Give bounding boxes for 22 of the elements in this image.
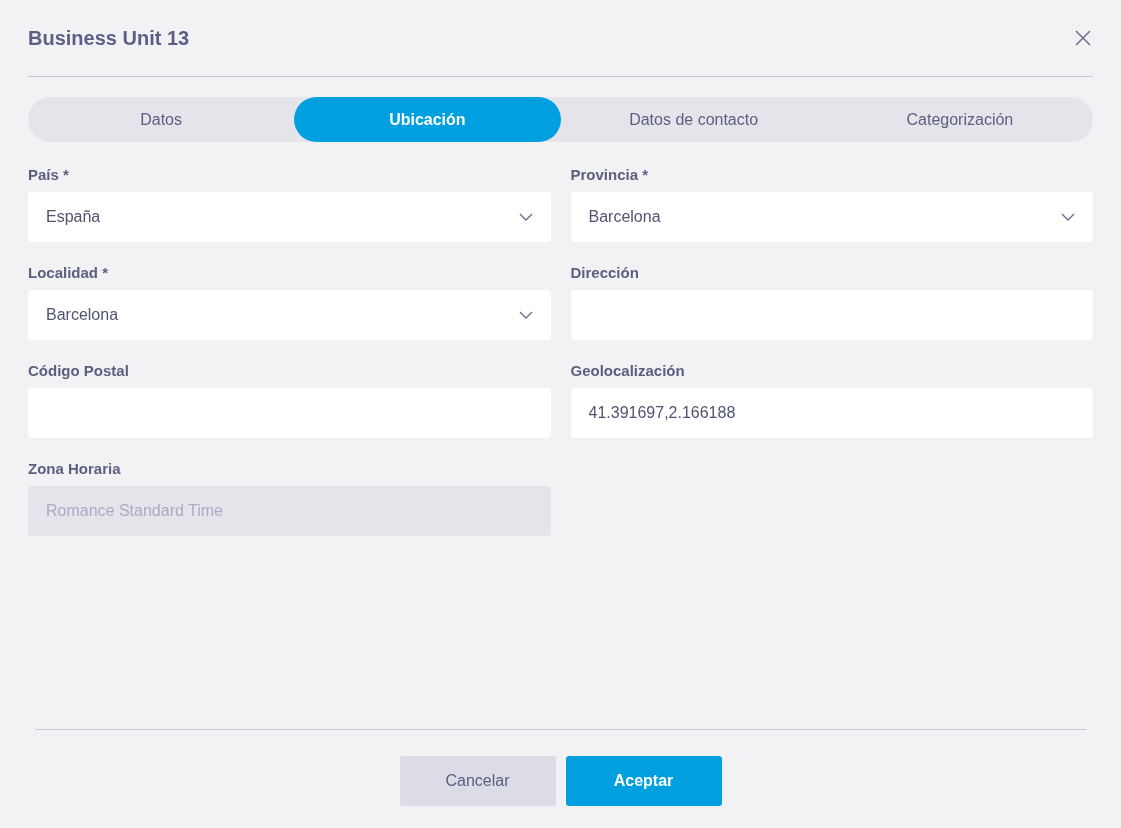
field-label: País * bbox=[28, 166, 70, 184]
chevron-down-icon bbox=[1061, 213, 1075, 221]
accept-button[interactable]: Aceptar bbox=[565, 756, 722, 806]
tab[interactable]: Datos de contacto bbox=[560, 97, 827, 142]
select-field[interactable]: Barcelona bbox=[570, 192, 1093, 242]
field-label: Zona Horaria bbox=[28, 460, 122, 478]
chevron-down-icon bbox=[518, 311, 533, 319]
field-label: Dirección bbox=[570, 264, 640, 282]
select-field[interactable]: España bbox=[28, 192, 551, 242]
tab[interactable]: Categorización bbox=[826, 97, 1093, 142]
select-field[interactable]: Barcelona bbox=[28, 290, 551, 340]
close-icon[interactable] bbox=[1073, 28, 1093, 48]
input-field[interactable]: 41.391697,2.166188 bbox=[570, 388, 1093, 438]
field-label: Código Postal bbox=[28, 362, 130, 380]
field-label: Geolocalización bbox=[570, 362, 686, 380]
field-label: Provincia * bbox=[570, 166, 650, 184]
cancel-button[interactable]: Cancelar bbox=[399, 756, 556, 806]
dialog-title: Business Unit 13 bbox=[28, 26, 190, 50]
chevron-down-icon bbox=[518, 213, 533, 221]
tab[interactable]: Datos bbox=[28, 97, 295, 142]
tab[interactable]: Ubicación bbox=[294, 97, 561, 142]
field-label: Localidad * bbox=[28, 264, 110, 282]
